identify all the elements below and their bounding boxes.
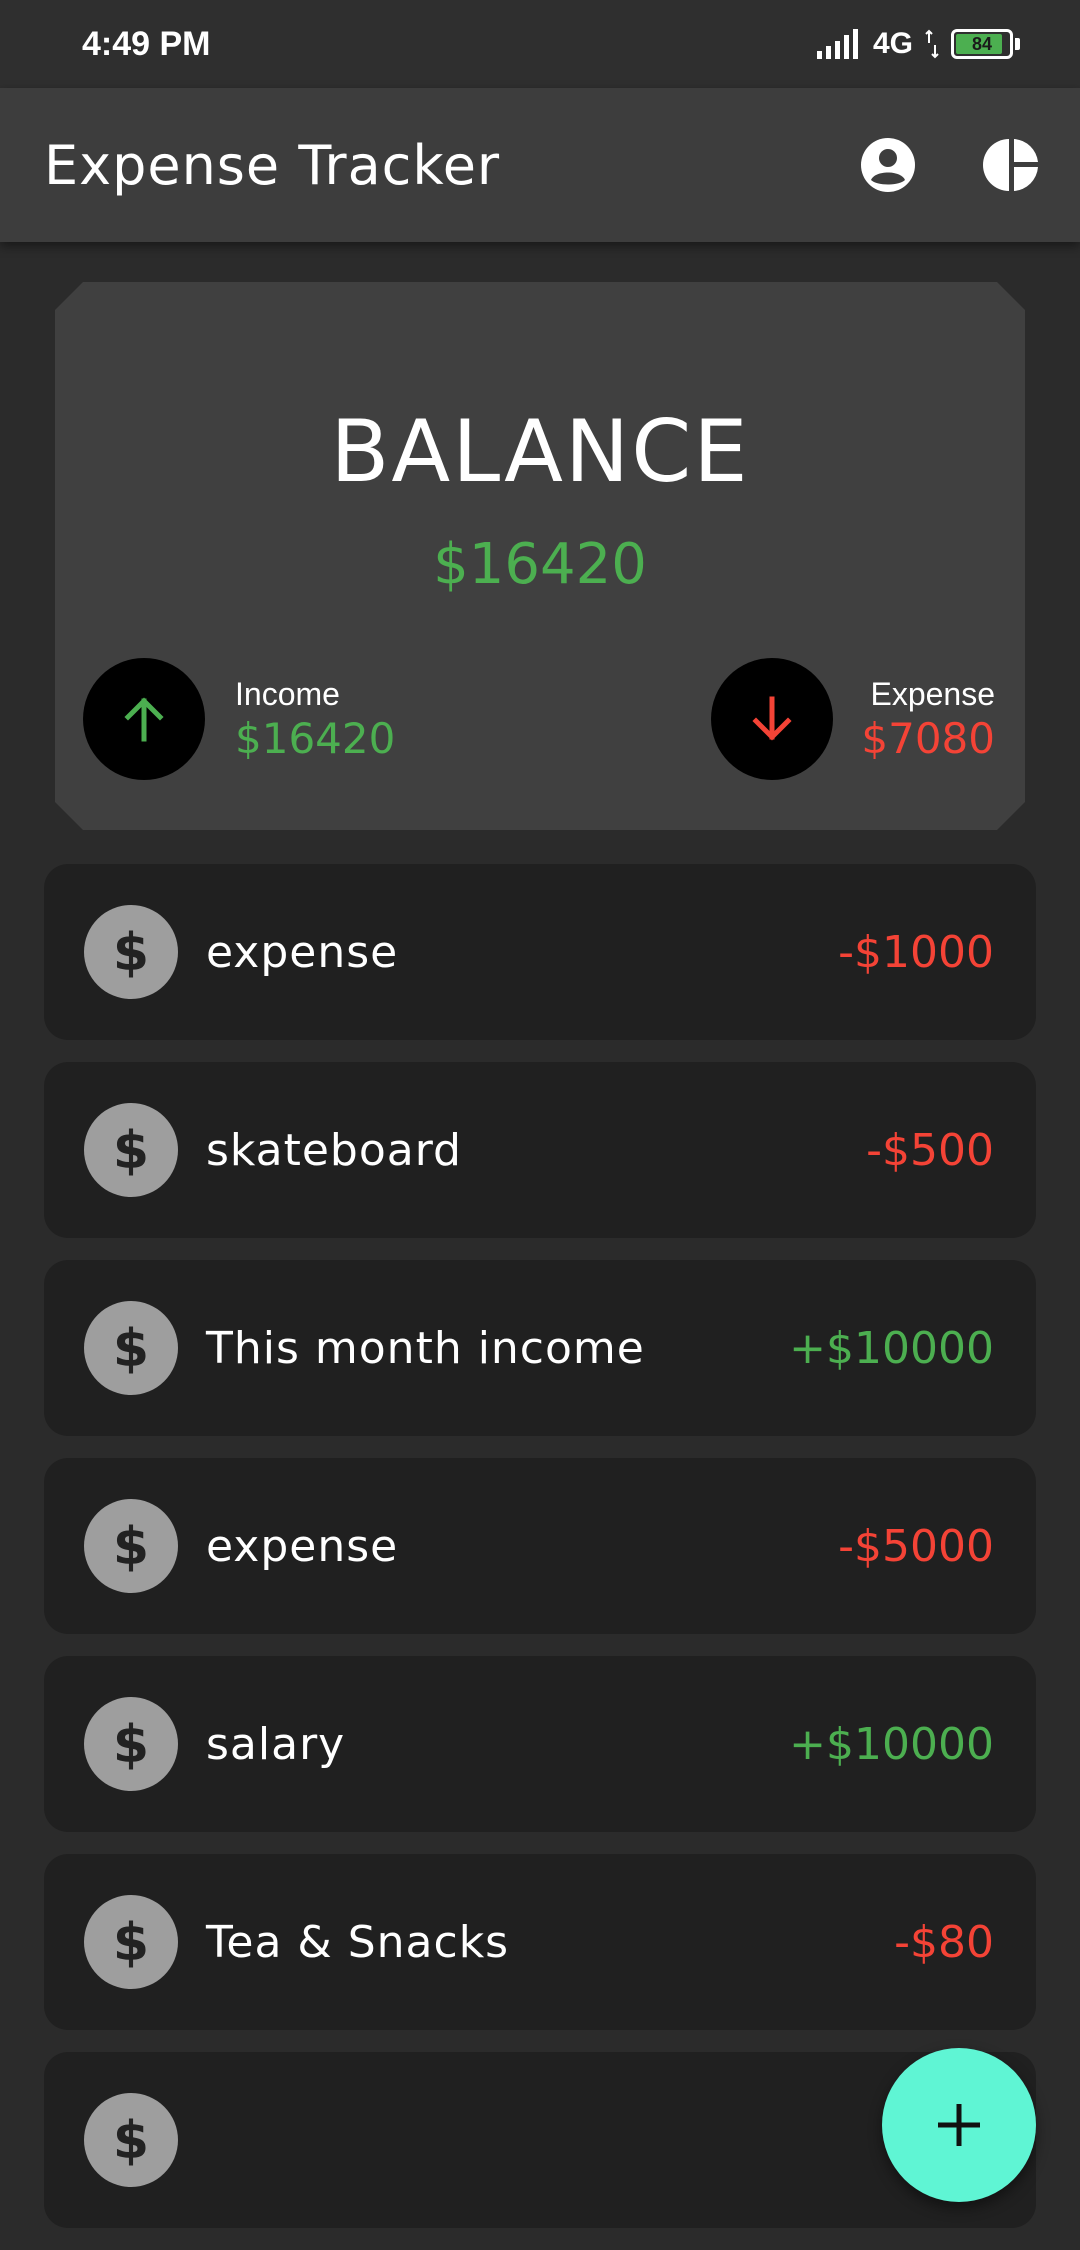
battery-level: 84 [971, 33, 993, 54]
dollar-icon: $ [84, 1499, 178, 1593]
svg-text:$: $ [113, 1913, 149, 1972]
transaction-item[interactable]: $ expense -$1000 [44, 864, 1036, 1040]
transaction-name: skateboard [206, 1124, 462, 1176]
transaction-name: expense [206, 926, 399, 978]
transaction-name: This month income [206, 1322, 645, 1374]
svg-text:$: $ [113, 1121, 149, 1180]
transaction-amount: +$10000 [789, 1322, 994, 1374]
transaction-amount: +$10000 [789, 1718, 994, 1770]
svg-text:$: $ [113, 1715, 149, 1774]
balance-card: BALANCE $16420 Income $16420 Expense $70… [55, 282, 1025, 830]
transaction-amount: -$5000 [838, 1520, 994, 1572]
transaction-item[interactable]: $ expense -$5000 [44, 1458, 1036, 1634]
dollar-icon: $ [84, 1103, 178, 1197]
status-time: 4:49 PM [82, 24, 211, 63]
arrow-up-icon [118, 693, 170, 745]
pie-chart-icon [983, 139, 1038, 191]
transaction-name: Tea & Snacks [206, 1916, 510, 1968]
status-bar: 4:49 PM 4G 84 [0, 0, 1080, 88]
dollar-icon: $ [84, 2093, 178, 2187]
expense-label: Expense [870, 676, 995, 712]
battery-indicator: 84 [951, 29, 1020, 59]
app-title: Expense Tracker [44, 133, 501, 197]
svg-text:$: $ [113, 2111, 149, 2170]
transaction-item[interactable]: $ salary +$10000 [44, 1656, 1036, 1832]
income-label: Income [235, 676, 340, 712]
transaction-amount: -$80 [894, 1916, 994, 1968]
network-type: 4G [872, 27, 913, 60]
dollar-icon: $ [84, 1895, 178, 1989]
dollar-icon: $ [84, 905, 178, 999]
transaction-name: expense [206, 1520, 399, 1572]
svg-text:$: $ [113, 1517, 149, 1576]
status-indicators: 4G 84 [816, 27, 1020, 61]
income-value: $16420 [235, 714, 396, 763]
transaction-amount: -$500 [866, 1124, 994, 1176]
app-bar: Expense Tracker [0, 88, 1080, 242]
expense-badge [711, 658, 833, 780]
account-circle-icon [861, 138, 915, 192]
transaction-item[interactable]: $ skateboard -$500 [44, 1062, 1036, 1238]
data-arrows-icon [925, 29, 939, 59]
transaction-name: salary [206, 1718, 346, 1770]
transaction-list: $ expense -$1000 $ skateboard -$500 $ Th… [44, 864, 1036, 2250]
dollar-icon: $ [84, 1697, 178, 1791]
plus-icon [938, 2104, 980, 2146]
svg-text:$: $ [113, 1319, 149, 1378]
signal-icon [816, 29, 858, 59]
balance-title: BALANCE [330, 402, 750, 502]
expense-summary: Expense $7080 [711, 658, 995, 780]
transaction-item[interactable]: $ Tea & Snacks -$80 [44, 1854, 1036, 2030]
account-button[interactable] [856, 133, 920, 197]
battery-icon: 84 [951, 29, 1013, 59]
dollar-icon: $ [84, 1301, 178, 1395]
balance-amount: $16420 [433, 532, 647, 597]
app-actions [856, 133, 1044, 197]
income-summary: Income $16420 [83, 658, 395, 780]
expense-value: $7080 [861, 714, 995, 763]
transaction-amount: -$1000 [838, 926, 994, 978]
add-transaction-button[interactable] [882, 2048, 1036, 2202]
income-badge [83, 658, 205, 780]
svg-text:$: $ [113, 923, 149, 982]
statistics-button[interactable] [980, 133, 1044, 197]
transaction-item[interactable]: $ This month income +$10000 [44, 1260, 1036, 1436]
arrow-down-icon [746, 693, 798, 745]
